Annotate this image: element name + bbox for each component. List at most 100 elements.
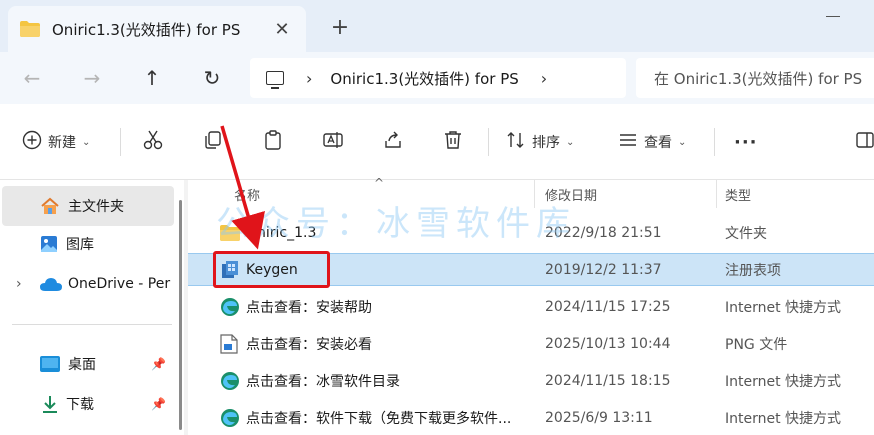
delete-button[interactable] bbox=[442, 126, 464, 158]
copy-icon bbox=[202, 129, 224, 155]
file-row[interactable]: Oniric_1.3 2022/9/18 21:51 文件夹 bbox=[188, 216, 874, 249]
column-header-date[interactable]: 修改日期 bbox=[545, 180, 597, 208]
rename-button[interactable] bbox=[322, 126, 344, 158]
sort-button[interactable]: 排序 ⌄ bbox=[506, 126, 574, 158]
column-divider[interactable] bbox=[716, 180, 717, 208]
file-name: Oniric_1.3 bbox=[246, 224, 317, 241]
column-header-type[interactable]: 类型 bbox=[725, 180, 751, 208]
sidebar-item-label: 桌面 bbox=[68, 357, 96, 373]
file-date: 2024/11/15 18:15 bbox=[545, 372, 671, 389]
sidebar-item-downloads[interactable]: 下载 📌 bbox=[0, 384, 172, 424]
file-date: 2025/6/9 13:11 bbox=[545, 409, 653, 426]
tab-current-folder[interactable]: Oniric1.3(光效插件) for PS ✕ bbox=[8, 6, 306, 52]
file-name: Keygen bbox=[246, 261, 298, 278]
trash-icon bbox=[442, 129, 464, 155]
list-view-icon bbox=[618, 130, 638, 154]
file-row[interactable]: 点击查看：安装帮助 2024/11/15 17:25 Internet 快捷方式 bbox=[188, 290, 874, 323]
file-row[interactable]: 点击查看：安装必看 2025/10/13 10:44 PNG 文件 bbox=[188, 327, 874, 360]
sidebar-item-label: 图库 bbox=[66, 237, 94, 253]
file-type: Internet 快捷方式 bbox=[725, 299, 842, 316]
sort-icon bbox=[506, 130, 526, 154]
file-type: 文件夹 bbox=[725, 225, 767, 242]
sidebar-item-label: OneDrive - Per bbox=[68, 276, 171, 292]
view-button-label: 查看 bbox=[644, 135, 672, 151]
column-header-name[interactable]: 名称 bbox=[234, 180, 260, 208]
edge-icon bbox=[220, 371, 240, 391]
computer-icon bbox=[266, 71, 284, 89]
navigation-pane: 主文件夹 图库 › OneDrive - Per 桌面 📌 下载 📌 bbox=[0, 180, 184, 435]
sidebar-item-gallery[interactable]: 图库 bbox=[0, 224, 172, 264]
plus-circle-icon bbox=[22, 130, 42, 154]
rename-icon bbox=[322, 129, 344, 155]
clipboard-icon bbox=[262, 129, 284, 155]
breadcrumb-chevron-icon[interactable]: › bbox=[541, 69, 547, 88]
chevron-down-icon: ⌄ bbox=[566, 136, 575, 148]
copy-button[interactable] bbox=[202, 126, 224, 158]
file-date: 2019/12/2 11:37 bbox=[545, 261, 662, 278]
file-date: 2024/11/15 17:25 bbox=[545, 298, 671, 315]
sidebar-item-home[interactable]: 主文件夹 bbox=[2, 186, 174, 226]
file-row-selected[interactable]: Keygen 2019/12/2 11:37 注册表项 bbox=[188, 253, 874, 286]
sidebar-item-label: 下载 bbox=[66, 397, 94, 413]
file-date: 2025/10/13 10:44 bbox=[545, 335, 671, 352]
toolbar-divider bbox=[488, 128, 489, 156]
more-options-button[interactable]: ··· bbox=[734, 126, 758, 158]
file-row[interactable]: 点击查看：冰雪软件目录 2024/11/15 18:15 Internet 快捷… bbox=[188, 364, 874, 397]
download-icon bbox=[42, 395, 58, 413]
pin-icon[interactable]: 📌 bbox=[151, 397, 166, 411]
new-button[interactable]: 新建 ⌄ bbox=[22, 126, 90, 158]
sidebar-item-label: 主文件夹 bbox=[68, 199, 124, 215]
file-type: Internet 快捷方式 bbox=[725, 373, 842, 390]
new-button-label: 新建 bbox=[48, 135, 76, 151]
cut-button[interactable] bbox=[142, 126, 164, 158]
close-icon[interactable]: ✕ bbox=[270, 19, 294, 40]
minimize-icon[interactable] bbox=[826, 16, 840, 17]
view-button[interactable]: 查看 ⌄ bbox=[618, 126, 686, 158]
desktop-icon bbox=[40, 356, 60, 372]
tab-strip: Oniric1.3(光效插件) for PS ✕ + bbox=[0, 0, 874, 52]
toolbar-divider bbox=[120, 128, 121, 156]
sort-indicator-icon: ^ bbox=[374, 176, 385, 190]
share-button[interactable] bbox=[382, 126, 404, 158]
pin-icon[interactable]: 📌 bbox=[151, 357, 166, 371]
edge-icon bbox=[220, 297, 240, 317]
file-type: PNG 文件 bbox=[725, 336, 788, 353]
edge-icon bbox=[220, 408, 240, 428]
sidebar-divider bbox=[12, 324, 172, 325]
paste-button[interactable] bbox=[262, 126, 284, 158]
tab-title: Oniric1.3(光效插件) for PS bbox=[52, 20, 241, 39]
sidebar-scrollbar[interactable] bbox=[179, 200, 182, 430]
address-bar[interactable]: › Oniric1.3(光效插件) for PS › bbox=[250, 58, 626, 98]
registry-icon bbox=[220, 260, 240, 280]
refresh-button[interactable]: ↻ bbox=[198, 64, 226, 92]
file-name: 点击查看：冰雪软件目录 bbox=[246, 373, 400, 390]
sidebar-item-desktop[interactable]: 桌面 📌 bbox=[0, 344, 172, 384]
home-icon bbox=[40, 197, 60, 215]
back-button[interactable]: ← bbox=[18, 64, 46, 92]
toolbar-divider bbox=[714, 128, 715, 156]
expand-chevron-icon[interactable]: › bbox=[16, 276, 22, 292]
sidebar-item-onedrive[interactable]: › OneDrive - Per bbox=[0, 264, 184, 304]
new-tab-button[interactable]: + bbox=[328, 16, 352, 40]
search-input[interactable]: 在 Oniric1.3(光效插件) for PS bbox=[636, 58, 874, 98]
up-button[interactable]: ↑ bbox=[138, 64, 166, 92]
breadcrumb-chevron-icon: › bbox=[306, 68, 313, 88]
scissors-icon bbox=[142, 129, 164, 155]
command-bar: 新建 ⌄ 排序 ⌄ 查看 ⌄ ··· bbox=[0, 104, 874, 180]
file-type: Internet 快捷方式 bbox=[725, 410, 842, 427]
details-pane-icon bbox=[856, 131, 874, 153]
file-date: 2022/9/18 21:51 bbox=[545, 224, 662, 241]
share-icon bbox=[382, 129, 404, 155]
folder-icon bbox=[220, 223, 240, 243]
chevron-down-icon: ⌄ bbox=[82, 136, 91, 148]
file-row[interactable]: 点击查看：软件下载（免费下载更多软件... 2025/6/9 13:11 Int… bbox=[188, 401, 874, 434]
breadcrumb-folder[interactable]: Oniric1.3(光效插件) for PS bbox=[330, 68, 518, 89]
forward-button[interactable]: → bbox=[78, 64, 106, 92]
file-name: 点击查看：安装帮助 bbox=[246, 299, 372, 316]
file-type: 注册表项 bbox=[725, 262, 781, 279]
column-divider[interactable] bbox=[534, 180, 535, 208]
gallery-icon bbox=[40, 235, 58, 253]
file-name: 点击查看：软件下载（免费下载更多软件... bbox=[246, 410, 512, 427]
details-pane-button[interactable] bbox=[856, 126, 874, 158]
sort-button-label: 排序 bbox=[532, 135, 560, 151]
